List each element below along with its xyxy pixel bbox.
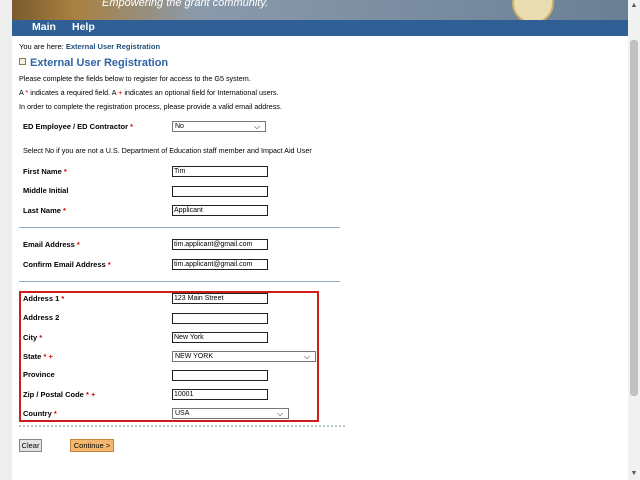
clear-button[interactable]: Clear — [19, 439, 42, 452]
international-marker: + — [118, 88, 123, 97]
ed-employee-label-text: ED Employee / ED Contractor — [23, 122, 129, 131]
main-nav: Main Help — [12, 20, 628, 36]
confirm-email-label-text: Confirm Email Address — [23, 260, 106, 269]
email-label: Email Address * — [23, 240, 80, 249]
required-marker: * — [130, 122, 134, 131]
chevron-down-icon: ⌵ — [304, 352, 311, 361]
continue-button[interactable]: Continue > — [70, 439, 114, 452]
last-name-label-text: Last Name — [23, 206, 61, 215]
page-title-text: External User Registration — [30, 57, 169, 69]
country-value: USA — [175, 410, 190, 417]
middle-initial-input[interactable] — [172, 186, 268, 197]
required-marker: * — [61, 294, 65, 303]
zip-label-text: Zip / Postal Code — [23, 390, 84, 399]
required-marker: * — [85, 390, 89, 399]
address1-label: Address 1 * — [23, 294, 64, 303]
breadcrumb: You are here: External User Registration — [19, 42, 160, 51]
city-label: City * — [23, 333, 42, 342]
page-title: External User Registration — [19, 57, 168, 69]
required-marker: * — [53, 409, 57, 418]
state-label: State * + — [23, 352, 53, 361]
required-marker: * — [76, 240, 80, 249]
form-end-divider — [19, 425, 345, 427]
city-input[interactable]: New York — [172, 332, 268, 343]
address1-input[interactable]: 123 Main Street — [172, 293, 268, 304]
header-banner: Empowering the grant community. — [12, 0, 628, 20]
first-name-label: First Name * — [23, 167, 67, 176]
state-label-text: State — [23, 352, 42, 361]
ed-employee-note: Select No if you are not a U.S. Departme… — [23, 146, 312, 155]
scroll-up-arrow-icon[interactable]: ▲ — [628, 0, 640, 12]
country-label: Country * — [23, 409, 57, 418]
ed-employee-value: No — [175, 123, 184, 130]
section-divider — [19, 227, 340, 228]
chevron-down-icon: ⌵ — [254, 122, 261, 131]
email-input[interactable]: tim.applicant@gmail.com — [172, 239, 268, 250]
required-marker: * — [43, 352, 47, 361]
required-marker: * — [63, 206, 66, 215]
address2-input[interactable] — [172, 313, 268, 324]
country-label-text: Country — [23, 409, 52, 418]
address1-label-text: Address 1 — [23, 294, 60, 303]
city-label-text: City — [23, 333, 38, 342]
instructions-line-3: In order to complete the registration pr… — [19, 102, 282, 111]
province-label-text: Province — [23, 370, 55, 379]
vertical-scrollbar[interactable]: ▲ ▼ — [628, 0, 640, 480]
instructions-text: indicates a required field. A — [30, 88, 117, 97]
scroll-down-arrow-icon[interactable]: ▼ — [628, 468, 640, 480]
required-marker: * — [25, 88, 29, 97]
page-icon — [19, 58, 26, 65]
confirm-email-input[interactable]: tim.applicant@gmail.com — [172, 259, 268, 270]
nav-help-link[interactable]: Help — [72, 21, 95, 34]
required-marker: * — [63, 167, 67, 176]
ed-employee-label: ED Employee / ED Contractor * — [23, 122, 133, 131]
state-select[interactable]: NEW YORK ⌵ — [172, 351, 316, 362]
required-marker: * — [39, 333, 43, 342]
confirm-email-label: Confirm Email Address * — [23, 260, 111, 269]
country-select[interactable]: USA ⌵ — [172, 408, 289, 419]
province-label: Province — [23, 370, 55, 379]
state-value: NEW YORK — [175, 353, 213, 360]
instructions-line-1: Please complete the fields below to regi… — [19, 74, 251, 83]
page-container: Empowering the grant community. Main Hel… — [12, 0, 628, 480]
chevron-down-icon: ⌵ — [277, 409, 284, 418]
international-marker: + — [48, 352, 53, 361]
section-divider — [19, 281, 340, 282]
last-name-label: Last Name * — [23, 206, 66, 215]
department-seal-logo — [512, 0, 554, 20]
zip-label: Zip / Postal Code * + — [23, 390, 95, 399]
banner-tagline: Empowering the grant community. — [102, 0, 269, 9]
international-marker: + — [90, 390, 96, 399]
breadcrumb-prefix: You are here: — [19, 42, 64, 51]
zip-input[interactable]: 10001 — [172, 389, 268, 400]
nav-main-link[interactable]: Main — [32, 21, 56, 34]
last-name-input[interactable]: Applicant — [172, 205, 268, 216]
instructions-line-2: A * indicates a required field. A + indi… — [19, 88, 279, 97]
address2-label: Address 2 — [23, 313, 59, 322]
middle-initial-label-text: Middle Initial — [23, 186, 69, 195]
middle-initial-label: Middle Initial — [23, 186, 68, 195]
required-marker: * — [107, 260, 111, 269]
instructions-text: A — [19, 88, 24, 97]
first-name-input[interactable]: Tim — [172, 166, 268, 177]
scrollbar-thumb[interactable] — [630, 40, 638, 396]
breadcrumb-current-link[interactable]: External User Registration — [66, 42, 160, 51]
instructions-text: indicates an optional field for Internat… — [124, 88, 279, 97]
ed-employee-select[interactable]: No ⌵ — [172, 121, 266, 132]
first-name-label-text: First Name — [23, 167, 62, 176]
province-input[interactable] — [172, 370, 268, 381]
address2-label-text: Address 2 — [23, 313, 60, 322]
email-label-text: Email Address — [23, 240, 75, 249]
